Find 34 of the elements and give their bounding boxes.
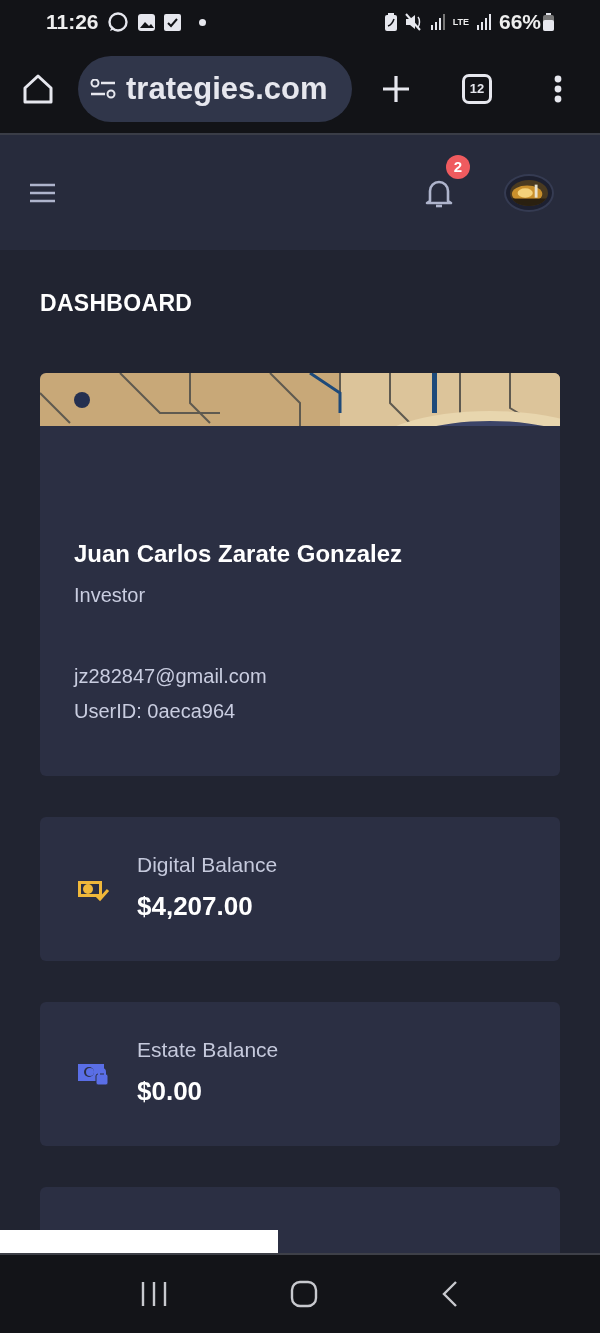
balance-amount: $4,207.00 [137,890,254,922]
user-email: jz282847@gmail.com [74,665,268,688]
back-icon[interactable] [440,1280,459,1308]
home-button-icon[interactable] [290,1280,318,1308]
avatar-button[interactable] [504,173,554,212]
menu-icon[interactable] [30,182,55,203]
notification-badge: 2 [446,154,470,179]
tab-count-button[interactable]: 12 [462,73,492,104]
home-icon[interactable] [22,73,54,104]
address-bar[interactable]: trategies.com [78,55,352,122]
whatsapp-icon [106,11,129,33]
url-text: trategies.com [126,70,328,107]
network-type: LTE [452,17,469,27]
dot-icon [198,18,206,26]
site-settings-icon[interactable] [90,78,116,99]
balance-label: Estate Balance [137,1037,279,1062]
clock-time: 11:26 [46,10,99,34]
page-title: DASHBOARD [40,290,194,317]
balance-label: Digital Balance [137,852,278,877]
recent-apps-icon[interactable] [141,1281,168,1307]
battery-saver-icon [384,13,397,31]
user-role: Investor [74,584,147,607]
signal-icon [430,14,445,30]
gallery-icon [136,12,156,32]
battery-icon [543,13,554,31]
user-name: Juan Carlos Zarate Gonzalez [74,540,404,568]
signal-icon [476,14,491,30]
balance-amount: $0.00 [137,1075,204,1107]
user-id: UserID: 0aeca964 [74,700,237,723]
new-tab-icon[interactable] [382,74,410,103]
more-icon[interactable] [554,74,562,103]
checkbox-icon [163,13,181,31]
battery-percent: 66% [498,10,541,34]
mute-icon [404,13,423,31]
